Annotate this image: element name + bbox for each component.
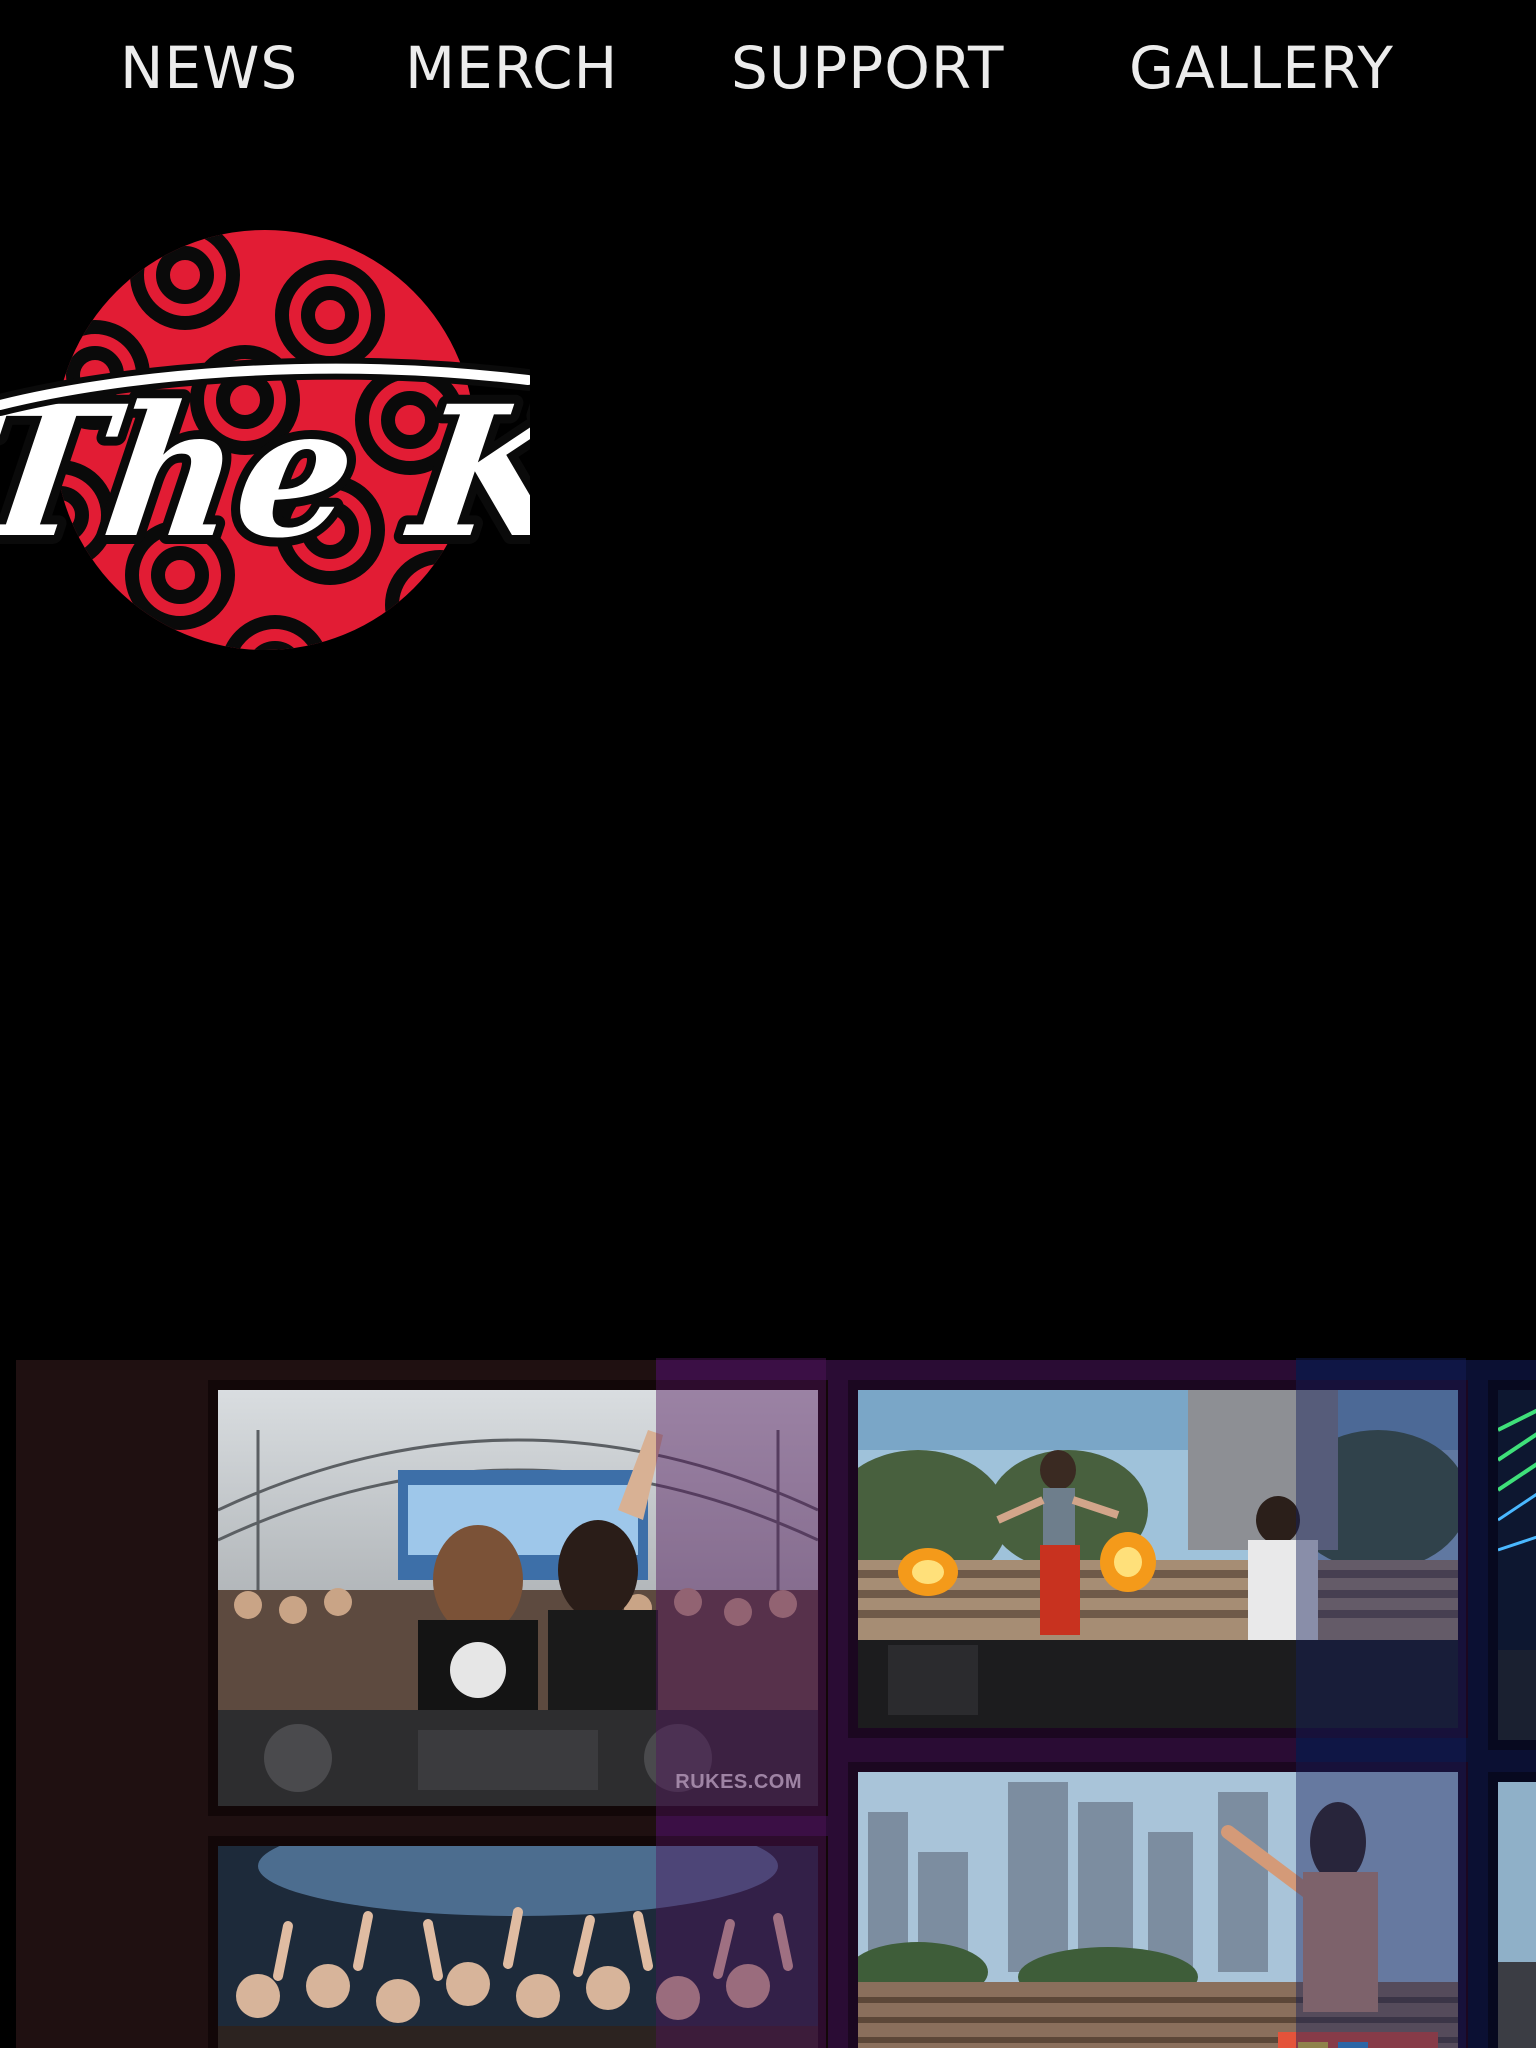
top-nav: NEWS MERCH SUPPORT GALLERY <box>0 0 1536 135</box>
nav-gallery-link[interactable]: GALLERY <box>1129 28 1394 108</box>
gallery-photo-skyline[interactable] <box>848 1762 1468 2048</box>
the-kit-logo[interactable]: The Kit The Kit <box>0 230 530 650</box>
photo-festival-fire-image <box>858 1390 1458 1728</box>
nav-merch-link[interactable]: MERCH <box>405 28 618 108</box>
gallery-photo-stage-side[interactable] <box>1488 1772 1536 2048</box>
photo-watermark: RUKES.COM <box>675 1771 802 1793</box>
photo-gallery: RUKES.COM <box>0 1358 1536 2048</box>
gallery-photo-laser[interactable] <box>1488 1380 1536 1750</box>
photo-crowd-image <box>218 1846 818 2048</box>
gallery-photo-crowd[interactable] <box>208 1836 828 2048</box>
photo-dj-duo-image <box>218 1390 818 1806</box>
gallery-photo-festival-fire[interactable] <box>848 1380 1468 1738</box>
nav-news-link[interactable]: NEWS <box>120 28 298 108</box>
photo-skyline-image <box>858 1772 1458 2048</box>
logo-graphic: The Kit The Kit <box>0 230 530 650</box>
gallery-photo-dj-duo[interactable]: RUKES.COM <box>208 1380 828 1816</box>
nav-support-link[interactable]: SUPPORT <box>731 28 1004 108</box>
photo-stage-side-image <box>1498 1782 1536 2048</box>
photo-laser-image <box>1498 1390 1536 1740</box>
